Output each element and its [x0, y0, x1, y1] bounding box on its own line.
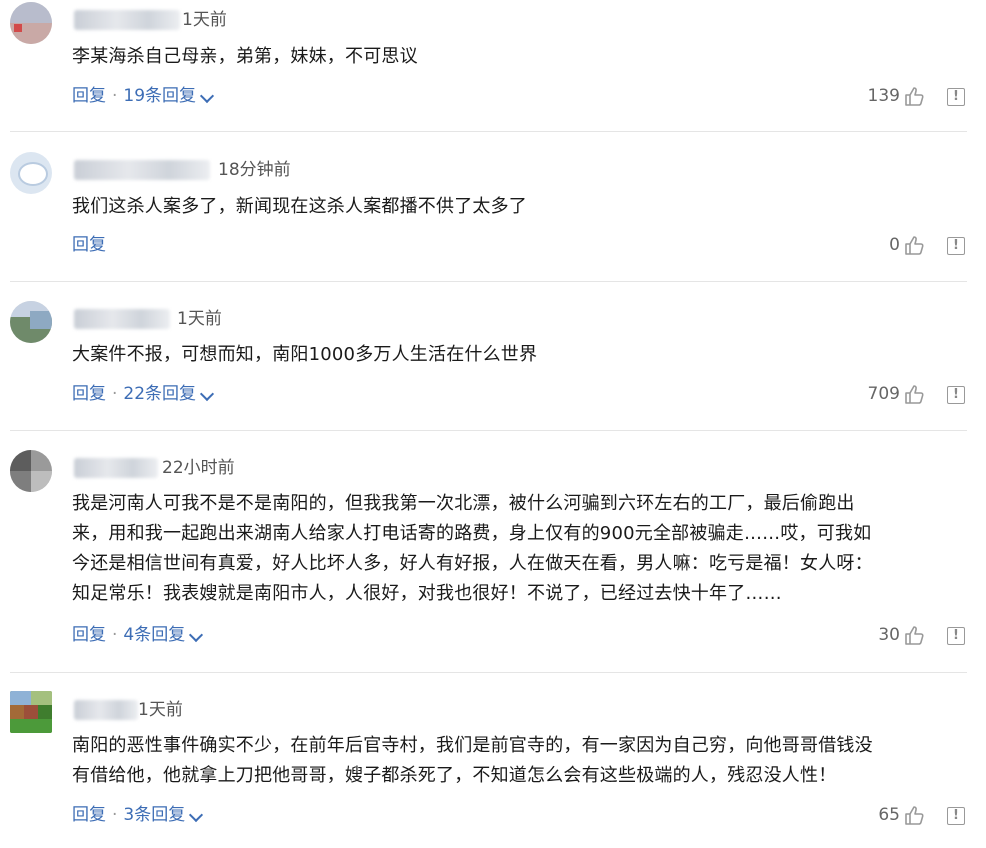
comment-text-line: 来，用和我一起跑出来湖南人给家人打电话寄的路费，身上仅有的900元全部被骗走……… — [72, 523, 872, 544]
comment-actions: 回复 · 19条回复 — [72, 84, 215, 108]
thumbs-up-icon — [905, 385, 924, 404]
like-count: 0 — [889, 235, 900, 255]
avatar[interactable] — [10, 301, 52, 343]
replies-count: 19条回复 — [123, 86, 197, 106]
replies-count: 22条回复 — [123, 384, 197, 404]
thumbs-up-icon — [905, 87, 924, 106]
replies-count: 3条回复 — [123, 805, 186, 825]
avatar[interactable] — [10, 450, 52, 492]
comment-text: 大案件不报，可想而知，南阳1000多万人生活在什么世界 — [72, 344, 538, 365]
divider — [10, 430, 967, 431]
separator: · — [112, 625, 118, 645]
thumbs-up-icon — [905, 806, 924, 825]
like-count: 65 — [878, 805, 900, 825]
divider — [10, 281, 967, 282]
comment-text-line: 知足常乐！我表嫂就是南阳市人，人很好，对我也很好！不说了，已经过去快十年了…… — [72, 583, 782, 604]
report-icon[interactable]: ! — [947, 627, 965, 645]
comment-text: 我们这杀人案多了，新闻现在这杀人案都播不供了太多了 — [72, 196, 527, 217]
like-count: 30 — [878, 625, 900, 645]
separator: · — [112, 86, 118, 106]
thumbs-up-icon — [905, 236, 924, 255]
report-icon[interactable]: ! — [947, 88, 965, 106]
like-count: 709 — [867, 384, 900, 404]
comment-time: 22小时前 — [162, 458, 235, 478]
reply-button[interactable]: 回复 — [72, 233, 106, 257]
separator: · — [112, 805, 118, 825]
comment-text: 我是河南人可我不是不是南阳的，但我我第一次北漂，被什么河骗到六环左右的工厂，最后… — [72, 489, 967, 609]
view-replies-button[interactable]: 4条回复 — [123, 623, 204, 647]
view-replies-button[interactable]: 22条回复 — [123, 382, 215, 406]
like-button[interactable]: 0 — [889, 233, 926, 257]
replies-count: 4条回复 — [123, 625, 186, 645]
reply-button[interactable]: 回复 — [72, 623, 106, 647]
comment-time: 18分钟前 — [218, 160, 291, 180]
chevron-down-icon — [189, 627, 204, 643]
username[interactable] — [74, 160, 210, 180]
like-button[interactable]: 30 — [878, 623, 926, 647]
report-icon[interactable]: ! — [947, 237, 965, 255]
comment-text-line: 我是河南人可我不是不是南阳的，但我我第一次北漂，被什么河骗到六环左右的工厂，最后… — [72, 493, 855, 514]
chevron-down-icon — [199, 88, 215, 104]
chevron-down-icon — [199, 386, 215, 402]
comment-actions: 回复 · 3条回复 — [72, 803, 204, 827]
comment-time: 1天前 — [182, 10, 227, 30]
comment-text-line: 有借给他，他就拿上刀把他哥哥，嫂子都杀死了，不知道怎么会有这些极端的人，残忍没人… — [72, 765, 837, 786]
avatar[interactable] — [10, 152, 52, 194]
avatar[interactable] — [10, 691, 52, 733]
comment-text-line: 南阳的恶性事件确实不少，在前年后官寺村，我们是前官寺的，有一家因为自己穷，向他哥… — [72, 735, 873, 756]
username[interactable] — [74, 309, 170, 329]
avatar[interactable] — [10, 2, 52, 44]
comment-text: 南阳的恶性事件确实不少，在前年后官寺村，我们是前官寺的，有一家因为自己穷，向他哥… — [72, 731, 967, 791]
reply-button[interactable]: 回复 — [72, 803, 106, 827]
view-replies-button[interactable]: 3条回复 — [123, 803, 204, 827]
comment-time: 1天前 — [177, 309, 222, 329]
username[interactable] — [74, 458, 158, 478]
report-icon[interactable]: ! — [947, 807, 965, 825]
like-button[interactable]: 709 — [868, 382, 926, 406]
divider — [10, 672, 967, 673]
comment-time: 1天前 — [138, 700, 183, 720]
comment-actions: 回复 · 22条回复 — [72, 382, 215, 406]
thumbs-up-icon — [905, 626, 924, 645]
report-icon[interactable]: ! — [947, 386, 965, 404]
comment-actions: 回复 — [72, 233, 106, 257]
like-button[interactable]: 139 — [868, 84, 926, 108]
comment-actions: 回复 · 4条回复 — [72, 623, 204, 647]
chevron-down-icon — [189, 807, 204, 823]
divider — [10, 131, 967, 132]
reply-button[interactable]: 回复 — [72, 84, 106, 108]
like-count: 139 — [867, 86, 900, 106]
username[interactable] — [74, 10, 180, 30]
comment-text: 李某海杀自己母亲，弟第，妹妹，不可思议 — [72, 46, 418, 67]
comment-text-line: 今还是相信世间有真爱，好人比坏人多，好人有好报，人在做天在看，男人嘛：吃亏是福！… — [72, 553, 873, 574]
like-button[interactable]: 65 — [878, 803, 926, 827]
view-replies-button[interactable]: 19条回复 — [123, 84, 215, 108]
reply-button[interactable]: 回复 — [72, 382, 106, 406]
separator: · — [112, 384, 118, 404]
username[interactable] — [74, 700, 138, 720]
